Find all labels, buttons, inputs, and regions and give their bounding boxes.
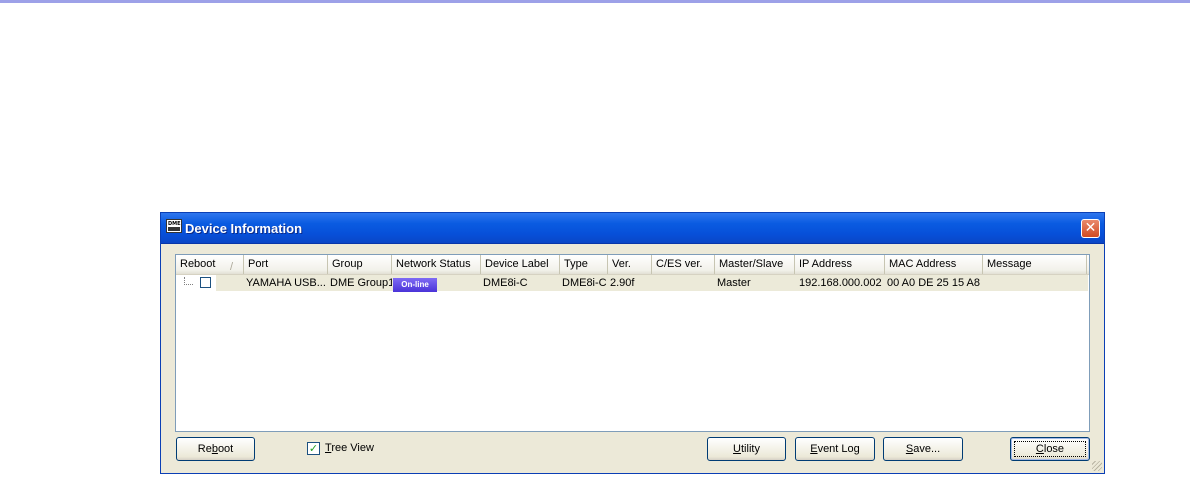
save-button[interactable]: Save... [883,437,963,461]
col-header-network-status[interactable]: Network Status [392,255,481,274]
col-header-port[interactable]: Port [244,255,328,274]
sort-indicator-icon: / [230,261,234,273]
cell-mac-address: 00 A0 DE 25 15 A8 [887,277,980,289]
cell-ver: 2.90f [610,277,635,289]
col-header-ver[interactable]: Ver. [608,255,652,274]
device-information-dialog: DME Device Information ✕ Reboot / Port G… [160,212,1105,474]
top-accent-line [0,0,1190,3]
network-status-badge: On-line [393,278,437,292]
event-log-button[interactable]: Event Log [795,437,875,461]
col-header-message[interactable]: Message [983,255,1087,274]
cell-message [985,275,1085,291]
col-header-device-label[interactable]: Device Label [481,255,560,274]
cell-type: DME8i-C [562,277,607,289]
tree-connector-icon [184,277,193,285]
cell-ip-address: 192.168.000.002 [799,277,882,289]
col-header-master-slave[interactable]: Master/Slave [715,255,795,274]
tree-view-label: Tree View [325,442,374,454]
col-header-mac-address[interactable]: MAC Address [885,255,983,274]
cell-port: YAMAHA USB... [246,277,326,289]
close-window-button[interactable]: ✕ [1081,219,1100,238]
table-row[interactable]: YAMAHA USB... DME Group1 On-line DME8i-C… [176,275,1089,292]
col-header-ces-ver[interactable]: C/ES ver. [652,255,715,274]
title-bar[interactable]: DME Device Information ✕ [161,213,1104,244]
checkmark-icon: ✓ [307,442,320,455]
reboot-checkbox[interactable] [200,277,211,288]
col-header-type[interactable]: Type [560,255,608,274]
cell-device-label: DME8i-C [483,277,528,289]
resize-grip-icon[interactable] [1092,461,1102,471]
reboot-button[interactable]: Reboot [176,437,255,461]
window-title: Device Information [185,221,303,236]
cell-ces-ver [654,275,715,291]
list-header: Reboot / Port Group Network Status Devic… [176,255,1089,275]
device-list[interactable]: Reboot / Port Group Network Status Devic… [175,254,1090,432]
cell-group: DME Group1 [330,277,392,289]
col-header-group[interactable]: Group [328,255,392,274]
utility-button[interactable]: Utility [707,437,786,461]
close-button[interactable]: Close [1010,437,1090,461]
focus-rect [1014,441,1086,457]
cell-master-slave: Master [717,277,751,289]
col-header-reboot[interactable]: Reboot / [176,255,244,274]
dme-icon: DME [166,219,182,233]
col-header-ip-address[interactable]: IP Address [795,255,885,274]
